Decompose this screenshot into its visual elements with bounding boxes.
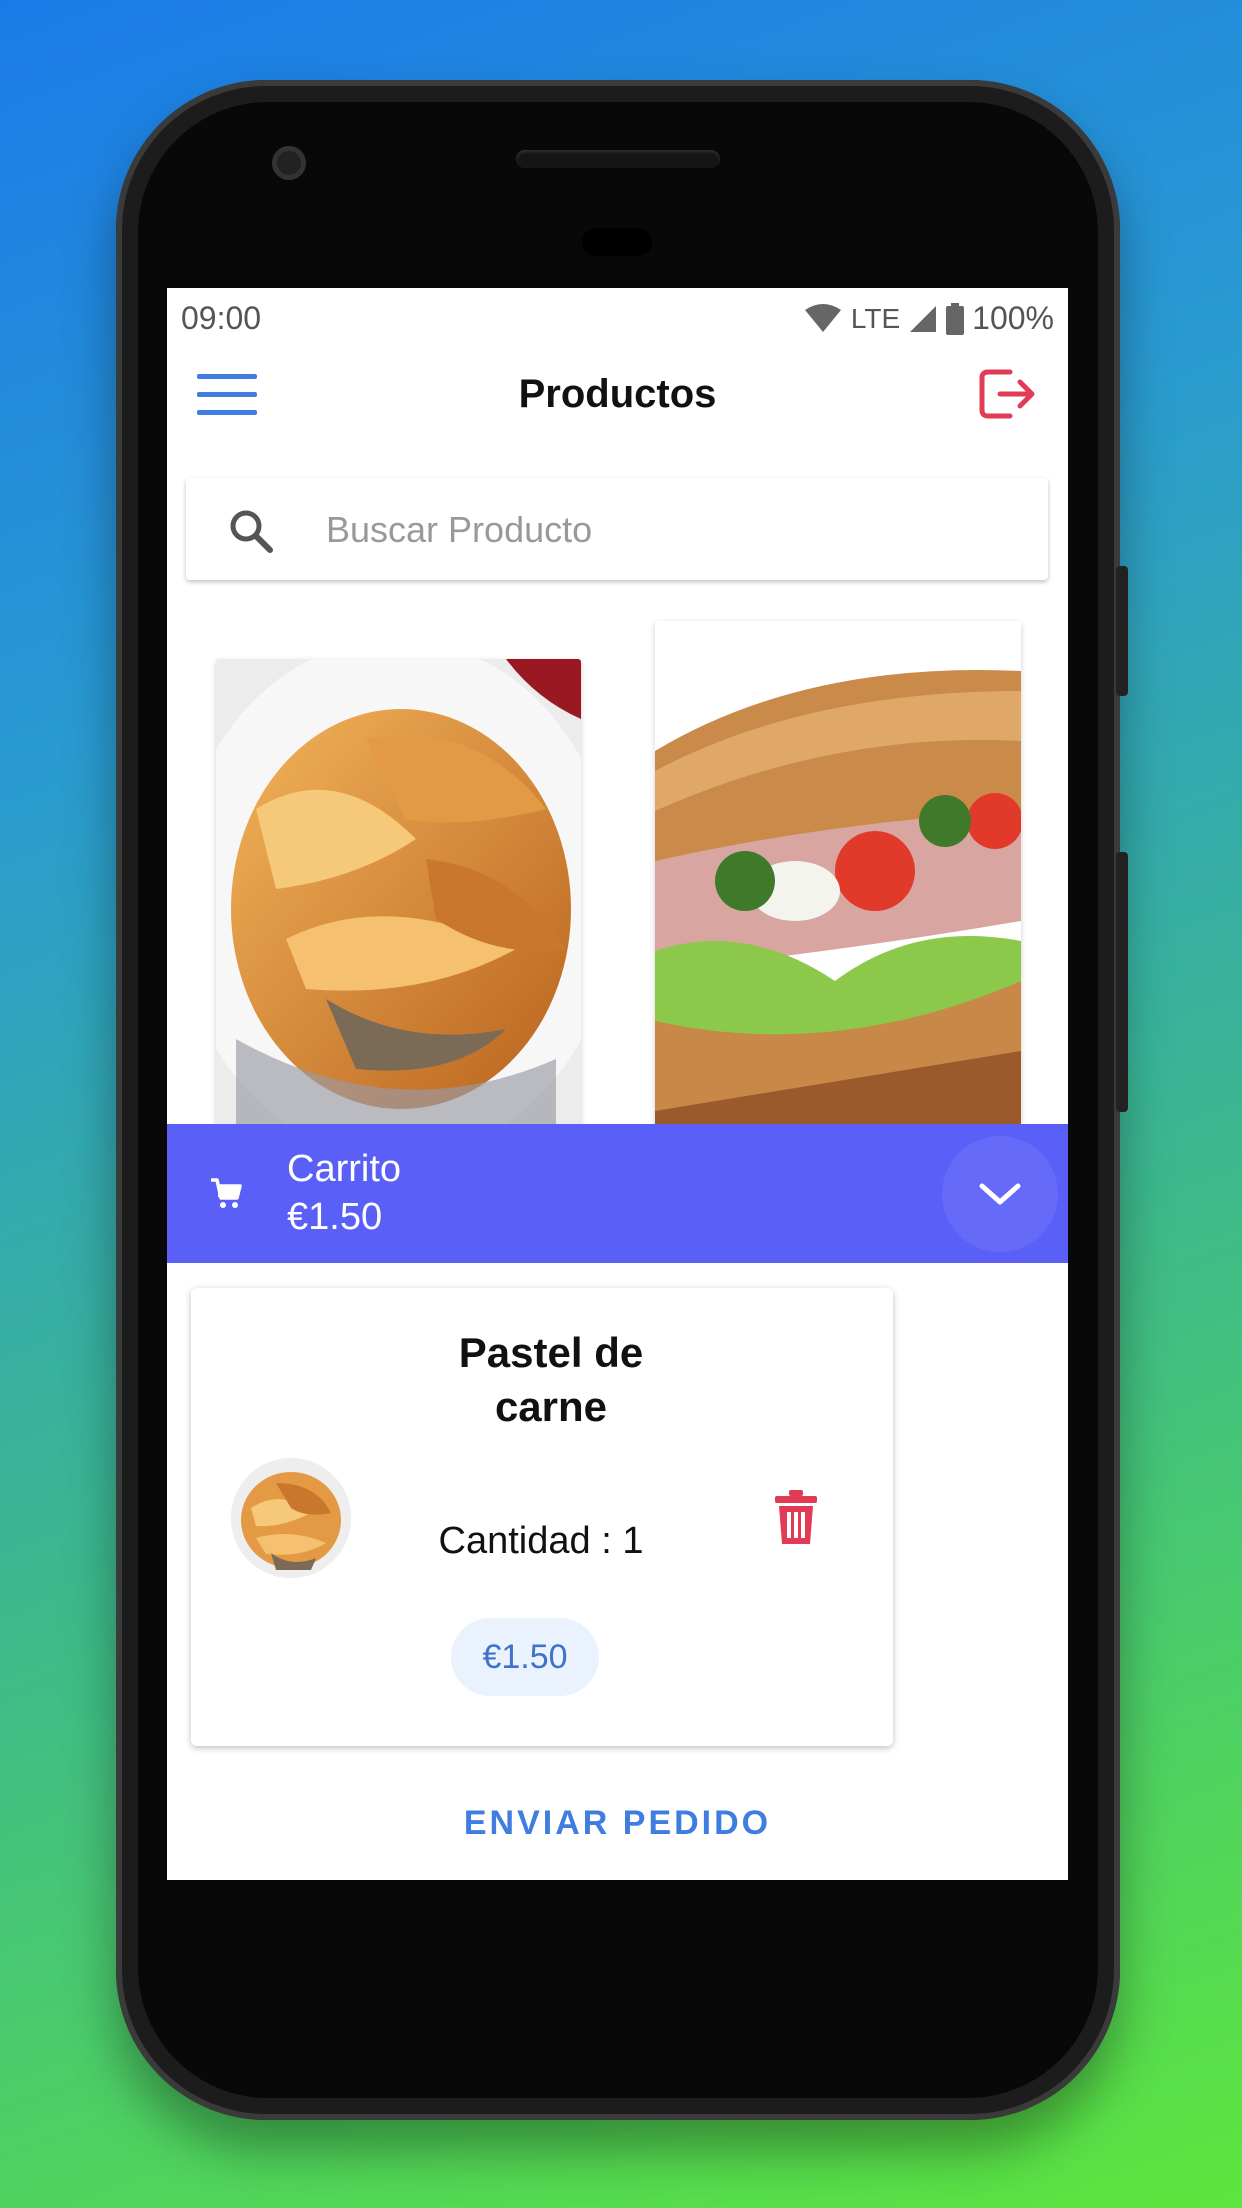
meat-pastry-thumbnail-image [231, 1458, 351, 1578]
cart-total: €1.50 [287, 1196, 383, 1238]
cell-signal-icon [910, 305, 937, 332]
front-camera [272, 146, 306, 180]
search-bar [186, 478, 1048, 580]
wifi-icon [804, 303, 841, 332]
app-bar: Productos [167, 348, 1068, 448]
device-volume-button [1116, 852, 1128, 1112]
proximity-sensor [582, 228, 652, 256]
battery-percent: 100% [972, 300, 1054, 336]
device-side-button [1116, 566, 1128, 696]
shopping-cart-icon [211, 1178, 242, 1208]
cart-label: Carrito [287, 1148, 402, 1190]
collapse-cart-button[interactable] [942, 1136, 1058, 1252]
submit-order-button[interactable]: ENVIAR PEDIDO [167, 1804, 1068, 1843]
cart-item-quantity: Cantidad : 1 [438, 1520, 644, 1562]
cart-item-card: Pastel de carne Cantidad : 1 €1.50 [191, 1288, 893, 1746]
search-input[interactable] [324, 504, 1008, 556]
app-screen: 09:00 LTE 100% Productos Buscar Producto… [167, 288, 1068, 1880]
logout-icon[interactable] [978, 366, 1038, 422]
trash-icon[interactable] [771, 1488, 821, 1546]
cart-summary-bar[interactable]: Carrito €1.50 [167, 1124, 1068, 1263]
product-card-meat-pastry[interactable] [216, 659, 581, 1129]
meat-pastry-image [216, 659, 581, 1129]
product-card-tuna-sandwich[interactable] [655, 621, 1021, 1129]
cart-item-price: €1.50 [451, 1618, 599, 1696]
cart-item-thumbnail [231, 1458, 351, 1578]
status-bar: 09:00 LTE 100% [167, 288, 1068, 348]
tuna-sandwich-image [655, 621, 1021, 1129]
earpiece-speaker [516, 150, 720, 168]
status-icons: LTE 100% [803, 300, 1054, 337]
search-icon [230, 510, 273, 553]
cart-item-name: Pastel de carne [458, 1329, 644, 1430]
chevron-down-icon [979, 1183, 1021, 1205]
status-time: 09:00 [181, 300, 262, 336]
page-title: Productos [518, 372, 717, 416]
network-label: LTE [850, 302, 901, 334]
battery-icon [946, 302, 965, 335]
